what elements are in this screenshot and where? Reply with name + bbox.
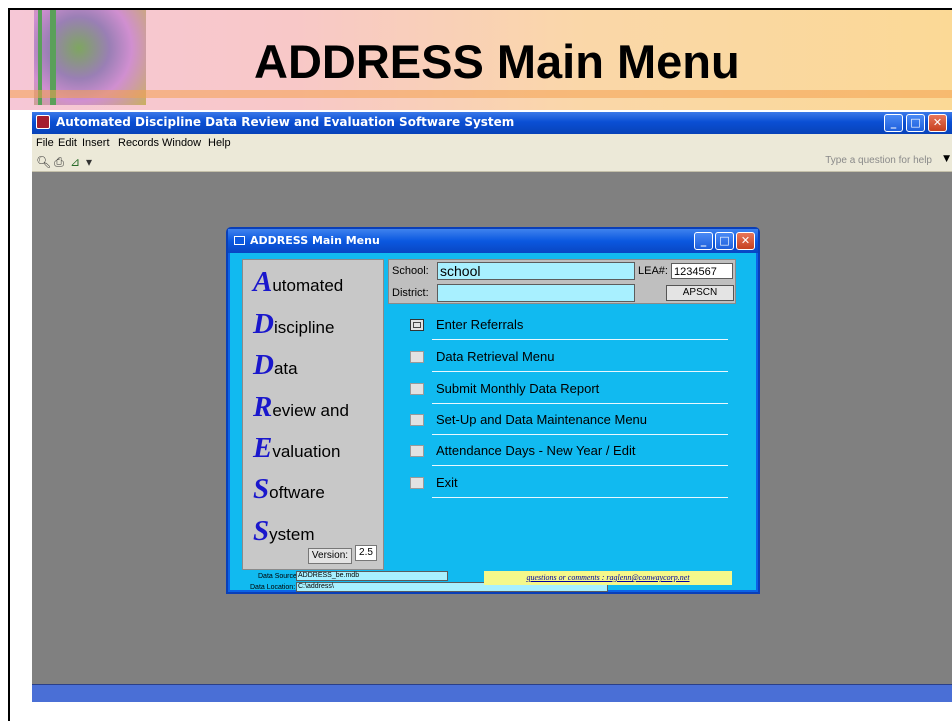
menu-item-data-retrieval[interactable]: Data Retrieval Menu	[410, 347, 730, 372]
menu-item-attendance-days[interactable]: Attendance Days - New Year / Edit	[410, 441, 730, 466]
enter-referrals-button[interactable]	[410, 319, 424, 331]
version-button[interactable]: Version:	[308, 548, 352, 564]
divider	[432, 434, 728, 435]
minimize-button[interactable]: _	[884, 114, 903, 132]
maximize-button[interactable]: □	[906, 114, 925, 132]
toolbar: 🔍︎ ⎙ ⊿ ▾ Type a question for help ▼	[32, 154, 952, 172]
slide-header: ADDRESS Main Menu	[10, 10, 952, 110]
slide: ADDRESS Main Menu Automated Discipline D…	[8, 8, 952, 721]
form-title: ADDRESS Main Menu	[250, 234, 380, 247]
menu-item-label: Data Retrieval Menu	[436, 349, 555, 364]
close-button[interactable]: ✕	[928, 114, 947, 132]
menu-item-submit-monthly-report[interactable]: Submit Monthly Data Report	[410, 379, 730, 404]
divider	[432, 403, 728, 404]
help-search-input[interactable]: Type a question for help	[812, 155, 932, 166]
menu-item-exit[interactable]: Exit	[410, 473, 730, 498]
menu-edit[interactable]: Edit	[58, 137, 77, 149]
divider	[432, 371, 728, 372]
acronym-line: Evaluation	[253, 432, 341, 464]
submit-report-button[interactable]	[410, 383, 424, 395]
app-title: Automated Discipline Data Review and Eva…	[56, 115, 515, 129]
menu-item-label: Enter Referrals	[436, 317, 524, 332]
form-maximize-button[interactable]: □	[715, 232, 734, 250]
menu-file[interactable]: File	[36, 137, 54, 149]
school-info-panel: School: school LEA#: 1234567 District: A…	[388, 259, 736, 304]
acronym-line: Software	[253, 473, 325, 505]
divider	[432, 497, 728, 498]
menu-item-label: Attendance Days - New Year / Edit	[436, 443, 636, 458]
menu-item-label: Submit Monthly Data Report	[436, 381, 600, 396]
acronym-line: Automated	[253, 266, 344, 298]
acronym-panel: Automated Discipline Data Review and Eva…	[242, 259, 384, 570]
dropdown-arrow-icon[interactable]: ▾	[82, 156, 96, 169]
app-titlebar[interactable]: Automated Discipline Data Review and Eva…	[32, 112, 952, 134]
print-preview-icon[interactable]: 🔍︎	[36, 156, 51, 169]
acronym-line: Review and	[253, 391, 349, 423]
menu-records[interactable]: Records	[118, 137, 159, 149]
access-key-icon	[36, 115, 50, 129]
slide-title: ADDRESS Main Menu	[254, 35, 740, 88]
main-menu-form: ADDRESS Main Menu _ □ ✕ Automated Discip…	[226, 227, 760, 594]
data-source-field: ADDRESS_be.mdb	[296, 571, 448, 581]
lea-label: LEA#:	[638, 265, 668, 277]
school-label: School:	[392, 265, 429, 277]
district-field[interactable]	[437, 284, 635, 302]
attendance-days-button[interactable]	[410, 445, 424, 457]
data-location-label: Data Location:	[250, 584, 296, 591]
acronym-line: Data	[253, 349, 298, 381]
menubar: File Edit Insert Records Window Help	[32, 134, 952, 154]
contact-email-link[interactable]: questions or comments : raglenn@conwayco…	[484, 571, 732, 585]
menu-insert[interactable]: Insert	[82, 137, 110, 149]
menu-item-label: Set-Up and Data Maintenance Menu	[436, 412, 648, 427]
acronym-line: System	[253, 515, 315, 547]
district-label: District:	[392, 287, 429, 299]
menu-item-setup-maintenance[interactable]: Set-Up and Data Maintenance Menu	[410, 410, 730, 435]
lea-field[interactable]: 1234567	[671, 263, 733, 279]
menu-window[interactable]: Window	[162, 137, 201, 149]
form-body: Automated Discipline Data Review and Eva…	[230, 253, 756, 592]
version-value: 2.5	[355, 545, 377, 561]
apscn-button[interactable]: APSCN	[666, 285, 734, 301]
print-icon[interactable]: ⎙	[52, 156, 66, 169]
school-field[interactable]: school	[437, 262, 635, 280]
setup-maintenance-button[interactable]	[410, 414, 424, 426]
form-close-button[interactable]: ✕	[736, 232, 755, 250]
chart-icon[interactable]: ⊿	[68, 156, 82, 169]
menu-item-label: Exit	[436, 475, 458, 490]
divider	[432, 465, 728, 466]
data-source-label: Data Source:	[258, 573, 299, 580]
acronym-line: Discipline	[253, 308, 335, 340]
data-retrieval-button[interactable]	[410, 351, 424, 363]
form-titlebar[interactable]: ADDRESS Main Menu _ □ ✕	[228, 229, 758, 253]
menu-help[interactable]: Help	[208, 137, 231, 149]
exit-button[interactable]	[410, 477, 424, 489]
menu-item-enter-referrals[interactable]: Enter Referrals	[410, 315, 730, 340]
chevron-down-icon[interactable]: ▼	[943, 154, 950, 164]
access-window: Automated Discipline Data Review and Eva…	[32, 112, 952, 702]
header-rule	[10, 90, 952, 98]
form-icon	[234, 236, 245, 245]
form-minimize-button[interactable]: _	[694, 232, 713, 250]
divider	[432, 339, 728, 340]
status-bar	[32, 684, 952, 702]
